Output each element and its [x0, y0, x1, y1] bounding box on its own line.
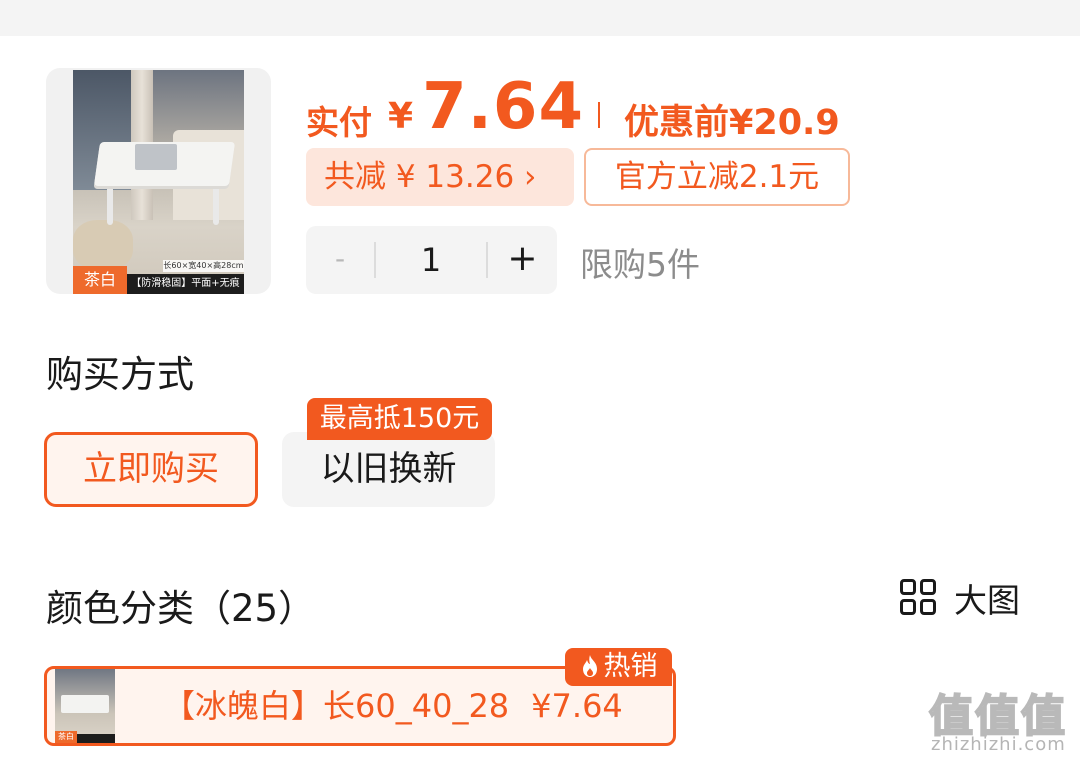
pay-amount: ¥7.64 [388, 70, 584, 144]
thumb-banner: 【防滑稳固】平面+无痕 [127, 274, 244, 294]
hot-sale-label: 热销 [603, 651, 658, 682]
currency-symbol: ¥ [388, 96, 415, 137]
increment-button[interactable]: + [488, 226, 557, 294]
pre-discount-price: 优惠前¥20.9 [624, 103, 840, 143]
watermark-url: zhizhizhi.com [931, 734, 1066, 755]
pay-amount-value: 7.64 [422, 70, 584, 144]
variant-thumbnail: 茶白 [55, 669, 115, 743]
variant-name: 【冰魄白】长60_40_28 [163, 687, 510, 725]
pay-label: 实付 [306, 103, 372, 142]
official-discount-badge: 官方立减2.1元 [584, 148, 850, 206]
thumb-color-label: 茶白 [73, 266, 127, 294]
product-image: 长60×宽40×高28cm [73, 70, 244, 294]
quantity-value[interactable]: 1 [376, 226, 486, 294]
image-rug [73, 220, 133, 270]
big-view-label: 大图 [954, 581, 1020, 620]
price-divider [598, 102, 600, 128]
product-thumbnail[interactable]: 长60×宽40×高28cm 茶白 【防滑稳固】平面+无痕 [46, 68, 271, 294]
image-dimension-tag: 长60×宽40×高28cm [163, 260, 244, 272]
variant-thumb-bar [77, 734, 115, 743]
purchase-method-title: 购买方式 [46, 353, 194, 396]
fire-icon [582, 655, 597, 677]
big-view-button[interactable]: 大图 [900, 577, 1020, 620]
variant-price: ¥7.64 [531, 687, 623, 725]
variant-thumb-table [61, 695, 109, 713]
grid-icon [900, 579, 938, 617]
trade-in-badge: 最高抵150元 [307, 398, 492, 440]
trade-in-option[interactable]: 以旧换新 [282, 432, 495, 507]
hot-sale-badge: 热销 [565, 648, 672, 686]
color-category-title: 颜色分类（25） [46, 587, 316, 630]
quantity-stepper: - 1 + [306, 226, 557, 294]
decrement-button[interactable]: - [306, 226, 374, 294]
variant-thumb-tag: 茶白 [55, 731, 77, 743]
top-strip [0, 0, 1080, 36]
image-laptop [135, 144, 177, 170]
purchase-limit: 限购5件 [580, 245, 700, 284]
buy-now-option[interactable]: 立即购买 [44, 432, 258, 507]
watermark: 值值值 zhizhizhi.com [925, 680, 1075, 760]
total-discount-button[interactable]: 共减 ¥ 13.26 › [306, 148, 574, 206]
variant-label: 【冰魄白】长60_40_28 ¥7.64 [163, 669, 623, 743]
